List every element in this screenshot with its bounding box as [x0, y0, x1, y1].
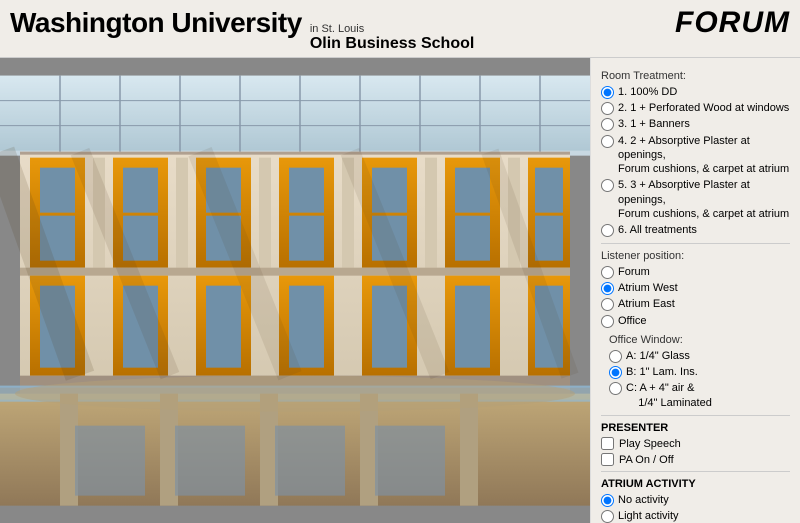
room-treatment-label-4: 4. 2 + Absorptive Plaster at openings,Fo… [618, 134, 790, 177]
room-treatment-label-6: 6. All treatments [618, 223, 697, 237]
atrium-activity-no: No activity [601, 493, 790, 507]
office-window-label-a: A: 1/4" Glass [626, 349, 690, 363]
office-window-item-a: A: 1/4" Glass [609, 349, 790, 363]
listener-item-atrium-west: Atrium West [601, 281, 790, 295]
forum-label: FORUM [675, 6, 790, 40]
listener-item-office: Office [601, 314, 790, 328]
atrium-activity-label: ATRIUM ACTIVITY [601, 478, 790, 490]
room-treatment-radio-5[interactable] [601, 179, 614, 192]
room-treatment-item-3: 3. 1 + Banners [601, 117, 790, 131]
room-treatment-group: 1. 100% DD 2. 1 + Perforated Wood at win… [601, 85, 790, 238]
office-window-item-c: C: A + 4" air & 1/4" Laminated [609, 381, 790, 410]
room-treatment-item-2: 2. 1 + Perforated Wood at windows [601, 101, 790, 115]
listener-label-atrium-east: Atrium East [618, 297, 675, 311]
listener-position-group: Forum Atrium West Atrium East Office [601, 265, 790, 328]
room-treatment-radio-3[interactable] [601, 118, 614, 131]
play-speech-label: Play Speech [619, 438, 681, 450]
room-treatment-label: Room Treatment: [601, 70, 790, 82]
listener-position-label: Listener position: [601, 250, 790, 262]
office-window-group: A: 1/4" Glass B: 1" Lam. Ins. C: A + 4" … [609, 349, 790, 410]
building-svg [0, 58, 590, 523]
header: Washington University in St. Louis Olin … [0, 0, 800, 58]
room-treatment-item-5: 5. 3 + Absorptive Plaster at openings,Fo… [601, 178, 790, 221]
divider-2 [601, 415, 790, 416]
room-treatment-radio-2[interactable] [601, 102, 614, 115]
presenter-play-speech: Play Speech [601, 437, 790, 450]
control-panel: Room Treatment: 1. 100% DD 2. 1 + Perfor… [590, 58, 800, 523]
building-image [0, 58, 590, 523]
listener-label-forum: Forum [618, 265, 650, 279]
play-speech-checkbox[interactable] [601, 437, 614, 450]
room-treatment-radio-1[interactable] [601, 86, 614, 99]
header-middle: in St. Louis Olin Business School [310, 23, 474, 53]
atrium-activity-group: No activity Light activity Busy lunchtim… [601, 493, 790, 523]
room-treatment-label-2: 2. 1 + Perforated Wood at windows [618, 101, 789, 115]
atrium-label-light-activity: Light activity [618, 509, 679, 523]
listener-radio-atrium-west[interactable] [601, 282, 614, 295]
pa-on-off-checkbox[interactable] [601, 453, 614, 466]
presenter-pa-on-off: PA On / Off [601, 453, 790, 466]
room-treatment-item-6: 6. All treatments [601, 223, 790, 237]
room-treatment-label-5: 5. 3 + Absorptive Plaster at openings,Fo… [618, 178, 790, 221]
room-treatment-radio-4[interactable] [601, 135, 614, 148]
divider-3 [601, 471, 790, 472]
main-content: Room Treatment: 1. 100% DD 2. 1 + Perfor… [0, 58, 800, 523]
office-window-radio-a[interactable] [609, 350, 622, 363]
room-treatment-radio-6[interactable] [601, 224, 614, 237]
listener-item-atrium-east: Atrium East [601, 297, 790, 311]
atrium-activity-light: Light activity [601, 509, 790, 523]
listener-radio-office[interactable] [601, 315, 614, 328]
office-window-label: Office Window: [609, 334, 790, 346]
office-window-label-b: B: 1" Lam. Ins. [626, 365, 698, 379]
presenter-label: PRESENTER [601, 422, 790, 434]
listener-radio-atrium-east[interactable] [601, 298, 614, 311]
room-treatment-label-1: 1. 100% DD [618, 85, 677, 99]
office-window-item-b: B: 1" Lam. Ins. [609, 365, 790, 379]
room-treatment-item-4: 4. 2 + Absorptive Plaster at openings,Fo… [601, 134, 790, 177]
atrium-label-no-activity: No activity [618, 493, 669, 507]
pa-on-off-label: PA On / Off [619, 454, 674, 466]
divider-1 [601, 243, 790, 244]
listener-radio-forum[interactable] [601, 266, 614, 279]
olin-label: Olin Business School [310, 35, 474, 53]
office-window-label-c: C: A + 4" air & 1/4" Laminated [626, 381, 712, 410]
office-window-section: Office Window: A: 1/4" Glass B: 1" Lam. … [609, 334, 790, 410]
listener-label-atrium-west: Atrium West [618, 281, 678, 295]
room-treatment-item-1: 1. 100% DD [601, 85, 790, 99]
atrium-radio-light-activity[interactable] [601, 510, 614, 523]
university-name: Washington University [10, 7, 302, 39]
atrium-radio-no-activity[interactable] [601, 494, 614, 507]
st-louis-label: in St. Louis [310, 23, 474, 35]
listener-label-office: Office [618, 314, 647, 328]
office-window-radio-c[interactable] [609, 382, 622, 395]
listener-item-forum: Forum [601, 265, 790, 279]
room-treatment-label-3: 3. 1 + Banners [618, 117, 690, 131]
office-window-radio-b[interactable] [609, 366, 622, 379]
